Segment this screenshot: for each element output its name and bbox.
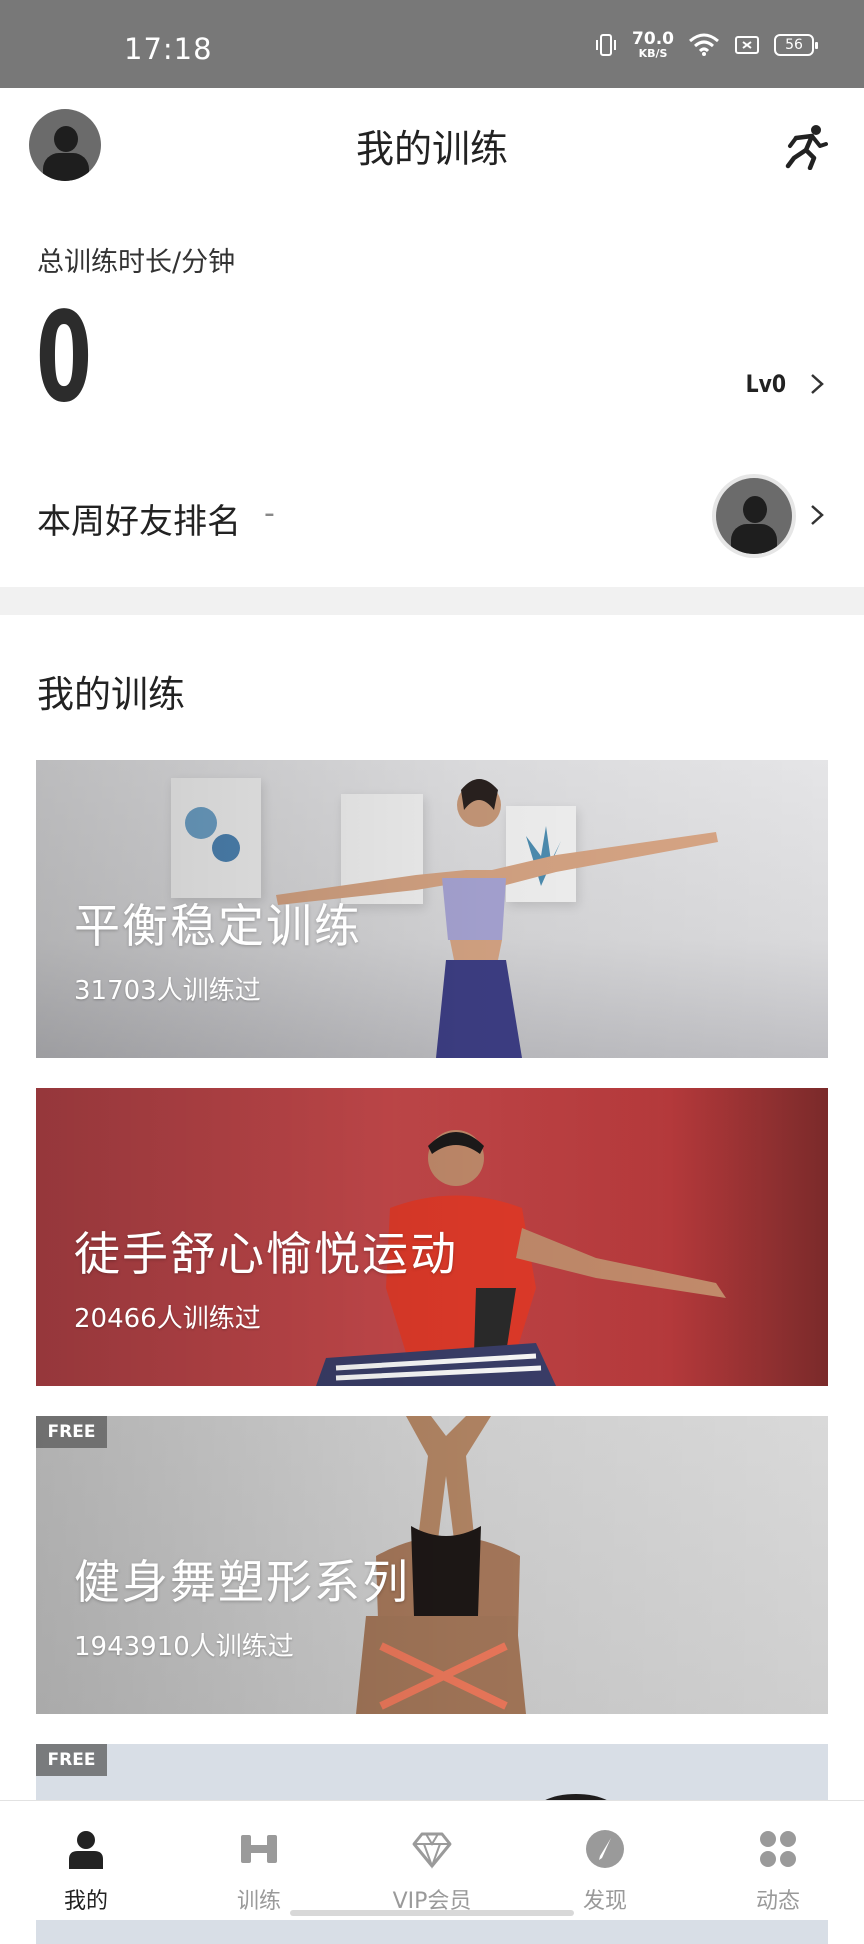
friend-ranking-value: - [264,496,275,531]
friend-ranking-row[interactable]: 本周好友排名 - [0,470,864,560]
friend-ranking-label: 本周好友排名 [37,502,241,542]
total-duration-label: 总训练时长/分钟 [37,247,236,278]
status-bar: 17:18 70.0 KB/S 56 [0,0,864,88]
chevron-right-icon [811,505,824,525]
nav-item-training[interactable]: 训练 [173,1801,345,1921]
chevron-right-icon [811,374,824,394]
net-speed-value: 70.0 [632,29,674,49]
page-title: 我的训练 [355,127,508,171]
course-participants: 20466人训练过 [74,1304,261,1334]
course-card[interactable]: FREE 健身舞塑形系列 1943910人训练过 [36,1416,828,1714]
grid-dots-icon [760,1831,796,1867]
nav-item-feed[interactable]: 动态 [692,1801,864,1921]
battery-icon: 56 [774,34,818,56]
runner-icon[interactable] [784,124,828,170]
dumbbell-icon [241,1835,277,1863]
section-title: 我的训练 [37,673,185,716]
nav-label: 我的 [63,1889,108,1914]
bottom-nav: 我的 训练 VIP会员 发现 动态 [0,1800,864,1920]
friend-avatar [716,478,792,554]
compass-icon [586,1830,624,1868]
course-title: 徒手舒心愉悦运动 [74,1227,458,1281]
avatar-body [731,524,777,554]
total-duration-value: 0 [36,286,92,430]
app-header: 我的训练 [0,88,864,200]
wifi-icon [689,33,719,56]
avatar-head [743,496,767,523]
level-text: Lv0 [745,370,787,398]
person-icon [69,1831,103,1869]
free-badge: FREE [36,1416,107,1448]
vibrate-icon [596,34,617,56]
course-title: 健身舞塑形系列 [74,1555,410,1609]
net-speed: 70.0 KB/S [632,29,674,60]
status-icons: 70.0 KB/S 56 [594,29,818,60]
course-card[interactable]: 平衡稳定训练 31703人训练过 [36,760,828,1058]
nav-item-mine[interactable]: 我的 [0,1801,172,1921]
sim-icon [735,36,759,54]
home-indicator[interactable] [290,1910,574,1916]
level-link[interactable]: Lv0 [742,370,828,398]
status-time: 17:18 [124,32,213,66]
nav-item-vip[interactable]: VIP会员 [346,1801,518,1921]
free-badge: FREE [36,1744,107,1776]
battery-level: 56 [785,37,803,53]
nav-label: 动态 [755,1889,800,1914]
net-speed-unit: KB/S [638,47,668,60]
course-participants: 31703人训练过 [74,976,261,1006]
nav-item-discover[interactable]: 发现 [519,1801,691,1921]
course-title: 平衡稳定训练 [74,899,362,953]
diamond-icon [412,1832,452,1869]
section-divider [0,587,864,615]
course-participants: 1943910人训练过 [74,1632,294,1662]
course-card[interactable]: 徒手舒心愉悦运动 20466人训练过 [36,1088,828,1386]
